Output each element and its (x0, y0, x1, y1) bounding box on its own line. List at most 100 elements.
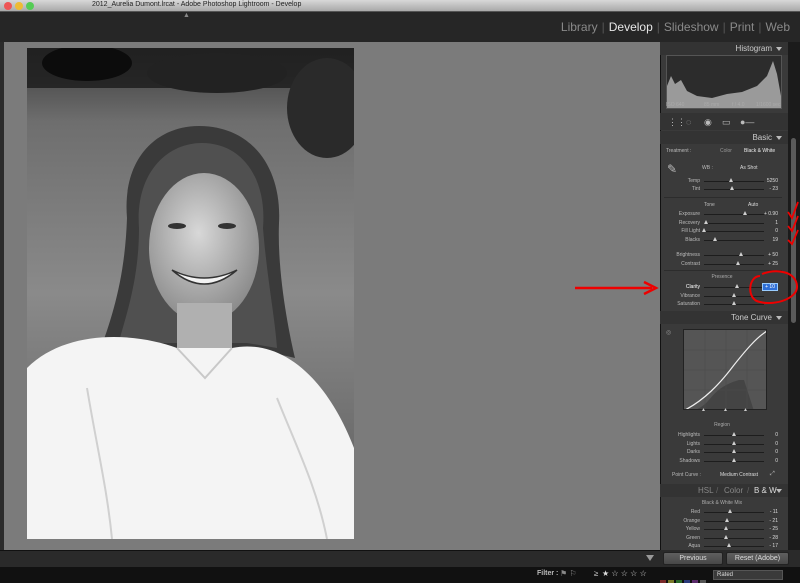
slider-thumb[interactable] (736, 260, 740, 265)
slider-track[interactable] (704, 255, 764, 256)
slider-thumb[interactable] (704, 219, 708, 224)
slider-value[interactable]: - 23 (769, 186, 778, 192)
slider-track[interactable] (704, 287, 764, 288)
curve-split-handle-1[interactable]: ▲ (701, 407, 706, 413)
zoom-window-button[interactable] (26, 2, 34, 10)
tone-curve-panel-header[interactable]: Tone Curve (660, 311, 788, 324)
reset-button[interactable]: Reset (Adobe) (726, 552, 789, 565)
slider-thumb[interactable] (725, 517, 729, 522)
treatment-bw-option[interactable]: Black & White (744, 148, 775, 154)
slider-track[interactable] (704, 231, 764, 232)
slider-thumb[interactable] (724, 526, 728, 530)
disclosure-triangle-icon[interactable] (776, 489, 782, 493)
slider-value[interactable]: - 21 (769, 518, 778, 524)
tab-color[interactable]: Color (724, 486, 743, 495)
slider-value[interactable]: + 10 (762, 283, 778, 291)
target-adjustment-icon[interactable]: ◎ (666, 329, 671, 336)
slider-thumb[interactable] (732, 440, 736, 445)
collapse-top-panel-icon[interactable]: ▲ (183, 12, 190, 19)
slider-track[interactable] (704, 214, 764, 215)
module-develop[interactable]: Develop (609, 20, 653, 34)
toolbar-menu-icon[interactable] (646, 555, 654, 561)
slider-thumb[interactable] (724, 534, 728, 539)
slider-thumb[interactable] (739, 252, 743, 256)
right-panel-scrollbar[interactable] (788, 42, 800, 550)
slider-value[interactable]: 0 (775, 458, 778, 464)
slider-value[interactable]: 5250 (767, 178, 778, 184)
photo-portrait[interactable] (27, 48, 354, 539)
slider-value[interactable]: - 28 (769, 535, 778, 541)
spot-removal-icon[interactable]: ◌ (686, 118, 691, 127)
slider-thumb[interactable] (735, 284, 739, 288)
red-eye-icon[interactable]: ◉ (704, 118, 712, 127)
close-window-button[interactable] (4, 2, 12, 10)
slider-value[interactable]: 0 (775, 432, 778, 438)
slider-track[interactable] (704, 181, 764, 182)
slider-value[interactable]: - 11 (770, 509, 778, 515)
color-label-filter[interactable] (660, 572, 710, 583)
curve-split-handle-3[interactable]: ▲ (743, 407, 748, 413)
disclosure-triangle-icon[interactable] (776, 136, 782, 140)
module-web[interactable]: Web (766, 20, 790, 34)
slider-thumb[interactable] (732, 292, 736, 297)
tab-hsl[interactable]: HSL (698, 486, 714, 495)
basic-panel-header[interactable]: Basic (660, 131, 788, 144)
graduated-filter-icon[interactable]: ▭ (722, 118, 731, 127)
histogram-graph[interactable] (666, 55, 782, 109)
slider-value[interactable]: - 25 (769, 526, 778, 532)
slider-thumb[interactable] (713, 236, 717, 241)
slider-value[interactable]: + 50 (768, 252, 778, 258)
edit-point-curve-icon[interactable]: ⤢ (770, 471, 775, 478)
module-print[interactable]: Print (730, 20, 755, 34)
slider-thumb[interactable] (728, 509, 732, 513)
module-slideshow[interactable]: Slideshow (664, 20, 719, 34)
slider-thumb[interactable] (727, 543, 731, 547)
histogram-panel-header[interactable]: Histogram (660, 42, 788, 55)
wb-preset-dropdown[interactable]: As Shot (740, 165, 758, 171)
slider-thumb[interactable] (732, 449, 736, 453)
rating-operator[interactable]: ≥ (594, 569, 598, 578)
tone-curve-graph[interactable] (683, 329, 767, 410)
adjustment-brush-icon[interactable]: ●― (740, 118, 754, 127)
slider-track[interactable] (704, 537, 764, 539)
slider-track[interactable] (704, 520, 764, 522)
slider-thumb[interactable] (743, 211, 747, 215)
slider-value[interactable]: 0 (775, 228, 778, 234)
slider-track[interactable] (704, 263, 764, 265)
slider-value[interactable]: 0 (775, 441, 778, 447)
slider-track[interactable] (704, 512, 764, 513)
tone-auto-button[interactable]: Auto (748, 202, 758, 208)
slider-value[interactable]: - 17 (769, 543, 778, 549)
disclosure-triangle-icon[interactable] (776, 47, 782, 51)
tab-bw[interactable]: B & W (754, 486, 777, 495)
crop-overlay-icon[interactable]: ⋮⋮ (668, 118, 686, 127)
slider-thumb[interactable] (730, 186, 734, 190)
treatment-color-option[interactable]: Color (720, 148, 732, 154)
hsl-panel-header[interactable]: HSL / Color / B & W (660, 484, 788, 497)
slider-track[interactable] (704, 189, 764, 190)
filter-preset-dropdown[interactable]: Rated (713, 570, 783, 580)
previous-button[interactable]: Previous (663, 552, 723, 565)
module-library[interactable]: Library (561, 20, 598, 34)
left-panel-collapsed-strip[interactable] (0, 42, 4, 550)
curve-split-handle-2[interactable]: ▲ (723, 407, 728, 413)
slider-value[interactable]: 1 (775, 220, 778, 226)
slider-value[interactable]: 19 (772, 237, 778, 243)
point-curve-dropdown[interactable]: Medium Contrast (720, 472, 758, 478)
slider-thumb[interactable] (732, 432, 736, 436)
slider-thumb[interactable] (702, 228, 706, 232)
slider-thumb[interactable] (729, 178, 733, 182)
slider-track[interactable] (704, 529, 764, 530)
slider-thumb[interactable] (732, 457, 736, 462)
slider-track[interactable] (704, 222, 764, 224)
slider-value[interactable]: 0 (775, 449, 778, 455)
slider-track[interactable] (704, 546, 764, 547)
flag-filter-icon[interactable]: ⚑ ⚐ (560, 569, 577, 578)
slider-thumb[interactable] (732, 301, 736, 305)
disclosure-triangle-icon[interactable] (776, 316, 782, 320)
slider-value[interactable]: + 25 (768, 261, 778, 267)
slider-value[interactable]: + 0.90 (764, 211, 778, 217)
rating-stars-filter[interactable]: ★ ☆ ☆ ☆ ☆ (602, 569, 647, 578)
scrollbar-thumb[interactable] (791, 138, 796, 323)
minimize-window-button[interactable] (15, 2, 23, 10)
